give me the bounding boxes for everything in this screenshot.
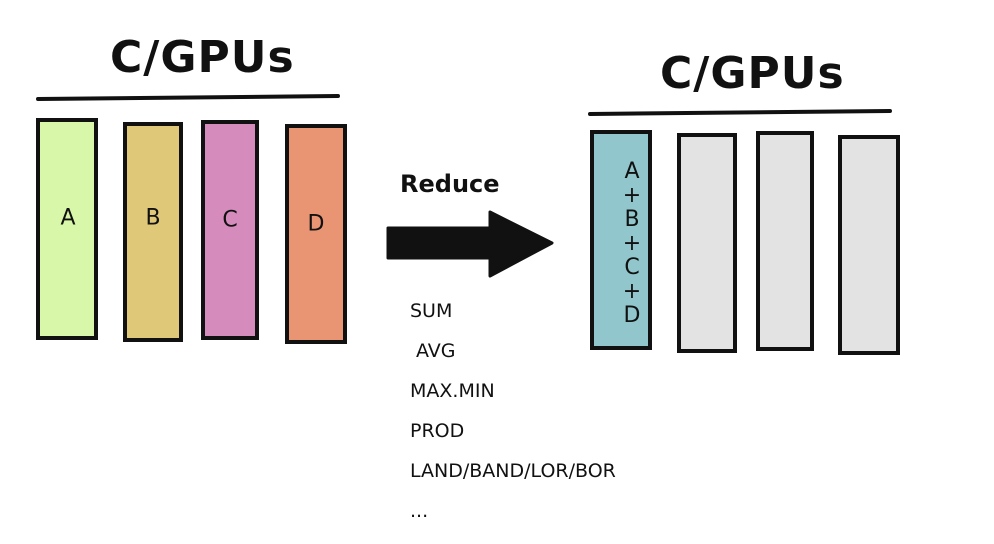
bar-label-a: A	[60, 205, 76, 231]
result-bar-label: A+B+C+D	[622, 159, 642, 328]
reduce-label: Reduce	[400, 170, 500, 198]
operation-item: PROD	[410, 420, 465, 442]
operation-item: ...	[410, 500, 429, 522]
operation-item: SUM	[410, 300, 453, 322]
reduce-arrow	[386, 210, 554, 278]
right-title-underline	[588, 109, 892, 116]
bar-label-d: D	[307, 211, 325, 237]
bar-label-c: C	[222, 207, 238, 233]
empty-bar-2	[677, 133, 737, 353]
operation-item: LAND/BAND/LOR/BOR	[410, 460, 616, 482]
operations-list: SUM AVG MAX.MIN PROD LAND/BAND/LOR/BOR .…	[410, 296, 616, 536]
operation-item: AVG	[416, 340, 456, 362]
operation-item: MAX.MIN	[410, 380, 495, 402]
empty-bar-3	[756, 131, 814, 351]
left-bar-b	[123, 122, 183, 342]
left-title-underline	[36, 94, 340, 101]
bar-label-b: B	[145, 205, 161, 231]
empty-bar-4	[838, 135, 900, 355]
